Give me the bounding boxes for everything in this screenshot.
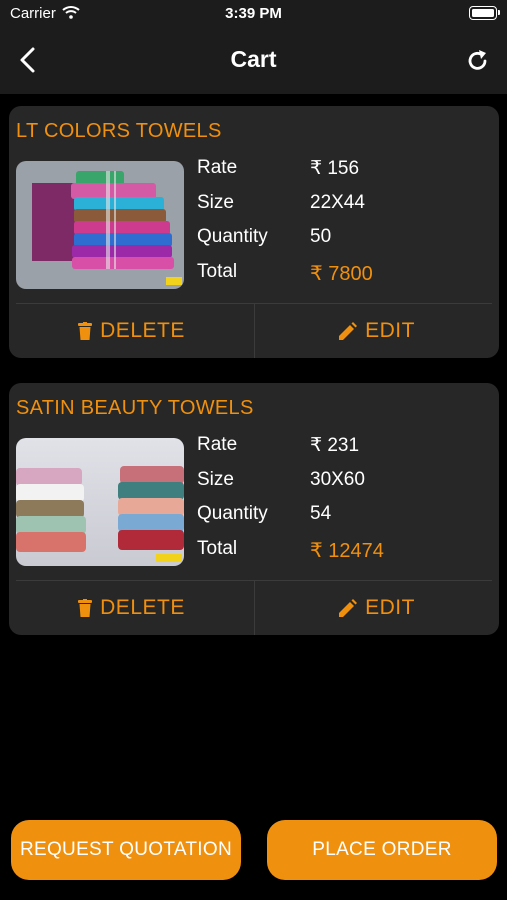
pencil-icon [339, 599, 358, 617]
size-value: 30X60 [310, 469, 365, 490]
edit-label: EDIT [365, 319, 415, 342]
quantity-value: 50 [310, 226, 332, 247]
product-image [16, 438, 184, 566]
status-time: 3:39 PM [225, 5, 282, 22]
product-image [16, 161, 184, 289]
edit-button[interactable]: EDIT [255, 304, 499, 358]
quantity-value: 54 [310, 503, 332, 524]
total-value: ₹ 7800 [310, 263, 373, 285]
rate-label: Rate [197, 434, 238, 455]
total-value: ₹ 12474 [310, 540, 384, 562]
size-value: 22X44 [310, 192, 365, 213]
nav-bar: Cart [0, 28, 507, 94]
request-quotation-button[interactable]: REQUEST QUOTATION [11, 820, 241, 880]
total-label: Total [197, 261, 238, 282]
delete-button[interactable]: DELETE [9, 581, 254, 635]
page-title: Cart [230, 46, 277, 72]
rate-value: ₹ 231 [310, 435, 360, 456]
total-label: Total [197, 538, 238, 559]
cart-item-card: LT COLORS TOWELS Rate ₹ 156 Size 22X44 Q… [9, 106, 499, 358]
place-order-button[interactable]: PLACE ORDER [267, 820, 497, 880]
delete-label: DELETE [100, 319, 185, 342]
cart-item-card: SATIN BEAUTY TOWELS Rate ₹ 231 Size 30X6… [9, 383, 499, 635]
edit-label: EDIT [365, 596, 415, 619]
edit-button[interactable]: EDIT [255, 581, 499, 635]
refresh-icon[interactable] [467, 48, 489, 72]
quantity-label: Quantity [197, 503, 268, 524]
rate-value: ₹ 156 [310, 158, 360, 179]
product-name: LT COLORS TOWELS [16, 120, 222, 142]
pencil-icon [339, 322, 358, 340]
quantity-label: Quantity [197, 226, 268, 247]
rate-label: Rate [197, 157, 238, 178]
delete-button[interactable]: DELETE [9, 304, 254, 358]
trash-icon [78, 322, 93, 340]
size-label: Size [197, 469, 234, 490]
trash-icon [78, 599, 93, 617]
product-name: SATIN BEAUTY TOWELS [16, 397, 254, 419]
delete-label: DELETE [100, 596, 185, 619]
status-bar: Carrier 3:39 PM [0, 0, 507, 28]
battery-icon [469, 6, 500, 20]
size-label: Size [197, 192, 234, 213]
